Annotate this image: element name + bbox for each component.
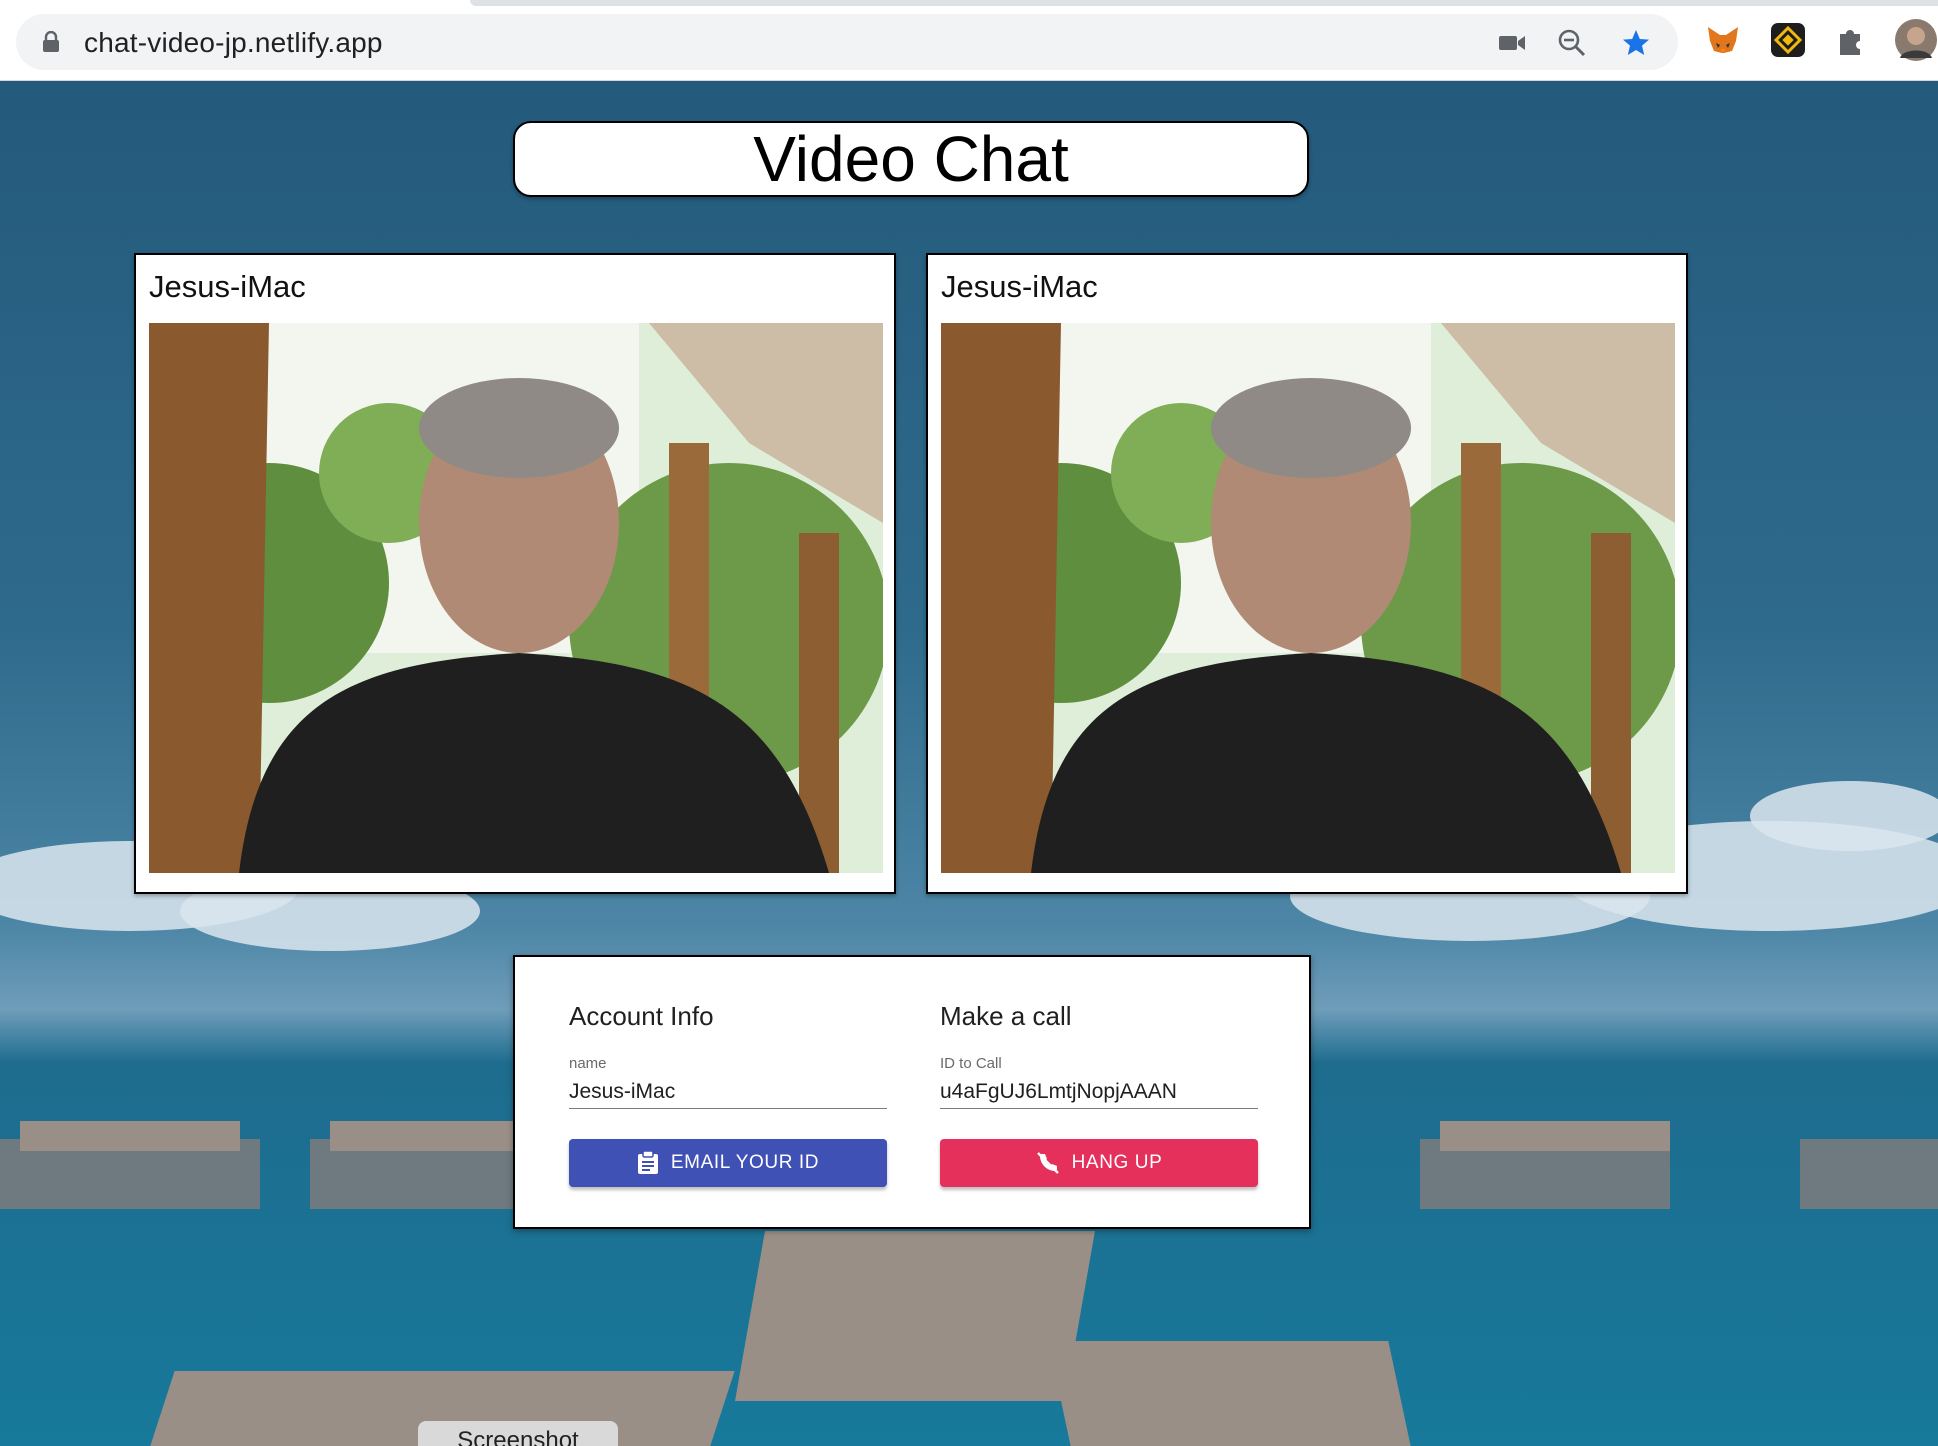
id-to-call-input[interactable] [940,1075,1258,1109]
phone-disabled-icon [1036,1152,1059,1174]
camera-icon[interactable] [1496,27,1528,59]
url-text[interactable]: chat-video-jp.netlify.app [84,27,383,59]
email-your-id-label: EMAIL YOUR ID [670,1152,820,1173]
id-to-call-label: ID to Call [940,1055,1002,1072]
remote-video [941,323,1675,873]
address-bar[interactable]: chat-video-jp.netlify.app [16,14,1678,70]
hang-up-label: HANG UP [1071,1152,1163,1173]
video-name-label: Jesus-iMac [149,269,306,304]
screenshot-button-label: Screenshot [457,1427,579,1446]
local-video [149,323,883,873]
webcam-feed-image [941,323,1675,873]
metamask-fox-icon[interactable] [1704,21,1742,59]
name-input[interactable] [569,1075,887,1109]
browser-toolbar: chat-video-jp.netlify.app [0,0,1938,81]
email-your-id-button[interactable]: EMAIL YOUR ID [569,1139,887,1187]
zoom-out-icon[interactable] [1556,27,1588,59]
screenshot-button[interactable]: Screenshot [418,1421,618,1446]
local-video-card: Jesus-iMac [134,253,896,894]
remote-video-card: Jesus-iMac [926,253,1688,894]
webcam-feed-image [149,323,883,873]
account-info-heading: Account Info [569,1001,714,1031]
tab-strip [470,0,1938,6]
lock-icon[interactable] [42,31,60,53]
page-title-box: Video Chat [513,121,1309,197]
video-name-label: Jesus-iMac [941,269,1098,304]
page-title: Video Chat [753,123,1069,195]
name-field-label: name [569,1055,607,1072]
make-call-heading: Make a call [940,1001,1072,1031]
page-background: Video Chat Jesus-iMac Jesus-iMac Account… [0,81,1938,1446]
options-panel: Account Info name EMAIL YOUR ID Make a c… [513,955,1311,1229]
hang-up-button[interactable]: HANG UP [940,1139,1258,1187]
binance-wallet-icon[interactable] [1769,21,1807,59]
extensions-puzzle-icon[interactable] [1832,21,1870,59]
bookmark-star-icon[interactable] [1620,27,1652,59]
profile-avatar[interactable] [1894,18,1938,62]
clipboard-icon [637,1151,658,1174]
